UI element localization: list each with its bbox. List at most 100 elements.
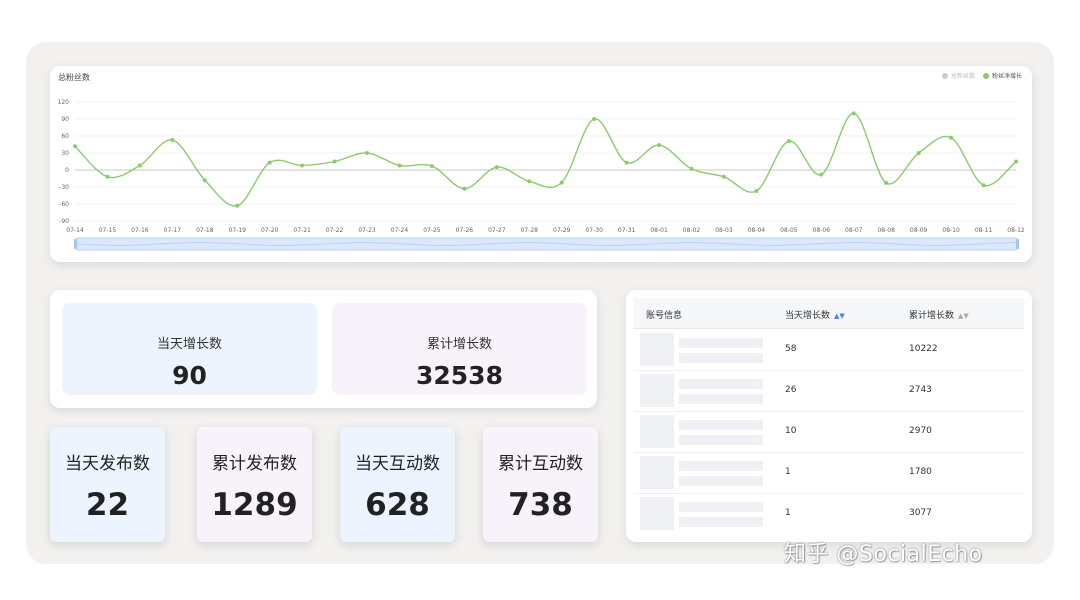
row-today-growth: 1	[785, 467, 791, 477]
table-row[interactable]: 58 10222	[634, 329, 1024, 371]
row-total-growth: 10222	[909, 344, 938, 354]
legend-item-growth[interactable]: 粉丝净增长	[982, 71, 1022, 80]
sort-icon[interactable]: ▲▼	[958, 312, 969, 320]
data-point	[884, 181, 889, 186]
x-tick-label: 08-10	[942, 227, 960, 234]
x-tick-label: 07-21	[293, 227, 311, 234]
data-point	[559, 180, 564, 185]
data-point	[137, 163, 142, 168]
today-posts-value: 22	[85, 487, 130, 523]
fans-line-chart: 120 90 60 30 0 -30 -60 -90 07-14 07-15 07-16 07-17 0…	[58, 99, 1025, 251]
total-interactions-card: 累计互动数 738	[483, 427, 598, 542]
account-desc-placeholder	[679, 517, 763, 527]
data-point	[105, 174, 110, 179]
data-point	[916, 151, 921, 155]
avatar	[640, 456, 674, 489]
data-point	[981, 183, 986, 188]
legend-item-total[interactable]: 总粉丝数	[941, 71, 975, 80]
header-total-growth[interactable]: 累计增长数 ▲▼	[909, 308, 969, 321]
x-tick-label: 08-02	[683, 227, 701, 234]
data-point	[202, 178, 207, 183]
total-growth-box: 累计增长数 32538	[332, 303, 587, 395]
data-point	[365, 151, 370, 155]
data-point	[819, 172, 824, 177]
data-point	[170, 137, 175, 142]
total-posts-card: 累计发布数 1289	[197, 427, 312, 542]
y-tick-label: -30	[59, 184, 69, 191]
x-tick-label: 08-04	[748, 227, 766, 234]
y-tick-label: 60	[61, 133, 69, 140]
data-point	[73, 144, 77, 149]
table-row[interactable]: 1 3077	[634, 493, 1024, 534]
row-total-growth: 2743	[909, 385, 932, 395]
header-account-info: 账号信息	[646, 311, 683, 321]
total-interactions-label: 累计互动数	[498, 454, 583, 474]
table-row[interactable]: 1 1780	[634, 452, 1024, 494]
data-point	[786, 139, 791, 144]
sort-icon[interactable]: ▲▼	[834, 312, 845, 320]
x-tick-label: 07-20	[261, 227, 279, 234]
row-today-growth: 10	[785, 426, 797, 436]
account-table: 账号信息 当天增长数 ▲▼ 累计增长数 ▲▼ 58 10222 26 2743 10…	[634, 298, 1024, 534]
data-point	[689, 166, 694, 171]
x-tick-label: 07-23	[358, 227, 376, 234]
x-tick-label: 08-09	[910, 227, 928, 234]
data-point	[754, 188, 759, 193]
row-total-growth: 2970	[909, 426, 932, 436]
avatar	[640, 497, 674, 530]
x-tick-label: 07-30	[585, 227, 603, 234]
header-today-growth[interactable]: 当天增长数 ▲▼	[785, 308, 845, 321]
series-line-fans-growth	[74, 112, 1017, 207]
x-tick-label: 07-14	[66, 227, 84, 234]
x-tick-label: 07-24	[391, 227, 409, 234]
data-point	[624, 160, 629, 165]
data-point	[527, 179, 532, 184]
chart-title: 总粉丝数	[58, 73, 90, 82]
total-posts-label: 累计发布数	[212, 454, 297, 474]
x-tick-label: 08-12	[1007, 227, 1025, 234]
data-point	[429, 164, 434, 169]
data-point	[721, 174, 726, 179]
today-interactions-value: 628	[365, 487, 430, 523]
data-point	[657, 143, 662, 148]
total-interactions-value: 738	[508, 487, 573, 523]
x-tick-label: 08-07	[845, 227, 863, 234]
data-point	[592, 117, 597, 121]
y-tick-label: 0	[65, 167, 69, 174]
data-point	[1014, 159, 1018, 164]
table-row[interactable]: 26 2743	[634, 370, 1024, 412]
data-point	[300, 163, 305, 168]
x-tick-label: 07-15	[99, 227, 117, 234]
data-point	[949, 135, 954, 140]
today-growth-value: 90	[172, 361, 207, 390]
total-growth-value: 32538	[416, 361, 503, 390]
avatar	[640, 374, 674, 407]
x-tick-label: 08-06	[813, 227, 831, 234]
x-tick-label: 07-25	[423, 227, 441, 234]
x-tick-label: 07-16	[131, 227, 149, 234]
data-point	[332, 159, 337, 164]
account-table-card: 账号信息 当天增长数 ▲▼ 累计增长数 ▲▼ 58 10222 26 2743 10…	[626, 290, 1032, 542]
avatar	[640, 415, 674, 448]
data-point	[235, 203, 240, 208]
data-point	[397, 163, 402, 168]
x-tick-label: 08-03	[715, 227, 733, 234]
watermark: 知乎 @SocialEcho	[784, 542, 983, 567]
row-total-growth: 1780	[909, 467, 932, 477]
total-growth-label: 累计增长数	[426, 337, 492, 352]
slider-handle-right	[1016, 239, 1019, 249]
total-posts-value: 1289	[211, 487, 298, 523]
x-tick-label: 08-01	[650, 227, 668, 234]
y-tick-label: 90	[61, 116, 69, 123]
today-growth-box: 当天增长数 90	[62, 303, 317, 395]
data-point	[851, 111, 856, 116]
account-desc-placeholder	[679, 435, 763, 445]
table-row[interactable]: 10 2970	[634, 411, 1024, 453]
account-name-placeholder	[679, 461, 763, 471]
slider-handle-left	[74, 239, 77, 249]
y-tick-label: -90	[59, 218, 69, 225]
x-tick-label: 07-31	[618, 227, 636, 234]
y-tick-label: 120	[58, 99, 70, 106]
x-tick-label: 07-27	[488, 227, 506, 234]
account-name-placeholder	[679, 379, 763, 389]
